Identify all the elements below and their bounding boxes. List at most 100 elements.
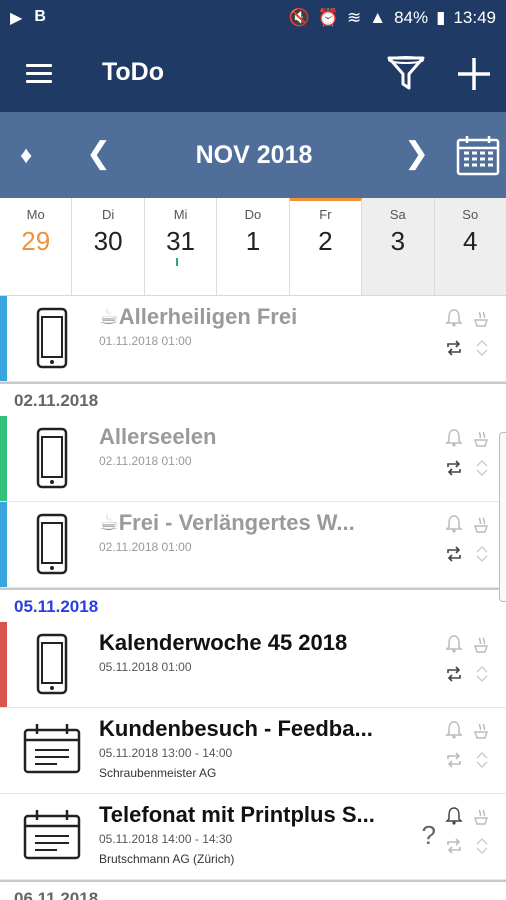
task-time: 05.11.2018 01:00 bbox=[99, 660, 192, 674]
task-title: Kalenderwoche 45 2018 bbox=[99, 630, 348, 655]
sort-icon[interactable] bbox=[472, 836, 492, 856]
diamond-icon[interactable]: ♦ bbox=[20, 142, 32, 170]
category-stripe bbox=[0, 416, 7, 501]
bell-icon[interactable] bbox=[444, 806, 464, 826]
bell-icon[interactable] bbox=[444, 308, 464, 328]
task-item[interactable]: ☕Frei - Verlängertes W... 02.11.2018 01:0… bbox=[0, 502, 506, 588]
category-stripe bbox=[0, 502, 7, 587]
play-store-icon: ▶ bbox=[10, 10, 23, 27]
alarm-icon: ⏰ bbox=[317, 8, 339, 27]
sort-icon[interactable] bbox=[472, 458, 492, 478]
day-cell-so[interactable]: So 4 bbox=[434, 198, 506, 295]
calendar-icon bbox=[22, 804, 82, 870]
day-name: Mi bbox=[173, 207, 188, 222]
mute-icon: 🔇 bbox=[288, 8, 310, 27]
scrollbar[interactable] bbox=[499, 432, 506, 602]
day-cell-sa[interactable]: Sa 3 bbox=[362, 198, 435, 295]
task-title: Allerseelen bbox=[99, 424, 217, 449]
date-header: 05.11.2018 bbox=[0, 588, 506, 622]
day-name: Mo bbox=[26, 207, 45, 222]
day-number: 2 bbox=[318, 226, 333, 256]
task-actions bbox=[442, 802, 498, 872]
plus-icon[interactable] bbox=[456, 56, 492, 92]
task-item[interactable]: Telefonat mit Printplus S... 05.11.2018 1… bbox=[0, 794, 506, 880]
date-header: 02.11.2018 bbox=[0, 382, 506, 416]
task-actions bbox=[442, 304, 498, 374]
task-actions bbox=[442, 424, 498, 494]
bell-icon[interactable] bbox=[444, 634, 464, 654]
cup-icon[interactable] bbox=[472, 428, 492, 448]
app-bar: ToDo bbox=[0, 36, 506, 112]
cup-icon[interactable] bbox=[472, 514, 492, 534]
month-label: NOV 2018 bbox=[195, 141, 313, 169]
task-item[interactable]: ☕Allerheiligen Frei 01.11.2018 01:00 bbox=[0, 296, 506, 382]
bell-icon[interactable] bbox=[444, 720, 464, 740]
task-time: 01.11.2018 01:00 bbox=[99, 334, 192, 348]
week-strip: Mo 29 Di 30 Mi 31 Do 1 Fr 2 Sa 3 So 4 bbox=[0, 198, 506, 296]
signal-icon: ▲ bbox=[369, 8, 387, 27]
day-cell-fr[interactable]: Fr 2 bbox=[289, 198, 363, 295]
task-actions bbox=[442, 716, 498, 786]
task-list[interactable]: ☕Allerheiligen Frei 01.11.2018 01:00 02.11… bbox=[0, 296, 506, 900]
task-time: 05.11.2018 14:00 - 14:30 bbox=[99, 832, 233, 846]
repeat-icon[interactable] bbox=[444, 458, 464, 478]
repeat-icon[interactable] bbox=[444, 836, 464, 856]
bell-icon[interactable] bbox=[444, 514, 464, 534]
task-item[interactable]: Kundenbesuch - Feedba... 05.11.2018 13:00… bbox=[0, 708, 506, 794]
clock: 13:49 bbox=[453, 8, 496, 27]
cup-icon[interactable] bbox=[472, 720, 492, 740]
sort-icon[interactable] bbox=[472, 750, 492, 770]
phone-icon bbox=[22, 632, 82, 698]
day-cell-do[interactable]: Do 1 bbox=[217, 198, 290, 295]
sort-icon[interactable] bbox=[472, 338, 492, 358]
month-bar: ♦ ❮ NOV 2018 ❯ bbox=[0, 112, 506, 198]
repeat-icon[interactable] bbox=[444, 750, 464, 770]
task-subtitle: Brutschmann AG (Zürich) bbox=[99, 852, 235, 866]
cup-icon[interactable] bbox=[472, 634, 492, 654]
bell-icon[interactable] bbox=[444, 428, 464, 448]
event-dot bbox=[175, 258, 178, 266]
repeat-icon[interactable] bbox=[444, 338, 464, 358]
cup-icon[interactable] bbox=[472, 308, 492, 328]
sort-icon[interactable] bbox=[472, 664, 492, 684]
prev-month-button[interactable]: ❮ bbox=[86, 136, 111, 171]
day-cell-mo[interactable]: Mo 29 bbox=[0, 198, 73, 295]
day-number: 3 bbox=[390, 226, 406, 256]
status-bar: ▶ B 🔇 ⏰ ≋ ▲ 84% ▮ 13:49 bbox=[0, 0, 506, 36]
wifi-icon: ≋ bbox=[346, 8, 362, 27]
question-icon[interactable]: ? bbox=[422, 820, 436, 851]
day-name: Fr bbox=[319, 207, 332, 222]
battery-icon: ▮ bbox=[436, 8, 446, 27]
task-time: 02.11.2018 01:00 bbox=[99, 454, 192, 468]
task-title: ☕Frei - Verlängertes W... bbox=[99, 510, 355, 535]
filter-icon[interactable] bbox=[386, 54, 426, 94]
battery-percent: 84% bbox=[394, 8, 429, 27]
task-item[interactable]: Allerseelen 02.11.2018 01:00 bbox=[0, 416, 506, 502]
day-number: 30 bbox=[93, 226, 123, 256]
day-name: Sa bbox=[389, 207, 406, 222]
day-name: Di bbox=[101, 207, 115, 222]
date-header: 06.11.2018 bbox=[0, 880, 506, 900]
day-cell-di[interactable]: Di 30 bbox=[72, 198, 145, 295]
status-right: 🔇 ⏰ ≋ ▲ 84% ▮ 13:49 bbox=[289, 8, 496, 28]
app-title: ToDo bbox=[102, 58, 165, 86]
day-name: Do bbox=[244, 207, 262, 222]
cup-icon[interactable] bbox=[472, 806, 492, 826]
repeat-icon[interactable] bbox=[444, 544, 464, 564]
day-number: 1 bbox=[245, 226, 261, 256]
task-actions bbox=[442, 510, 498, 580]
calendar-view-icon[interactable] bbox=[456, 134, 500, 176]
day-number: 31 bbox=[166, 226, 196, 256]
status-left-icons: ▶ B bbox=[10, 8, 46, 28]
repeat-icon[interactable] bbox=[444, 664, 464, 684]
day-name: So bbox=[462, 207, 479, 222]
task-actions bbox=[442, 630, 498, 700]
day-number: 4 bbox=[463, 226, 478, 256]
sort-icon[interactable] bbox=[472, 544, 492, 564]
task-title: ☕Allerheiligen Frei bbox=[99, 304, 298, 329]
day-cell-mi[interactable]: Mi 31 bbox=[144, 198, 218, 295]
next-month-button[interactable]: ❯ bbox=[404, 136, 429, 171]
task-item[interactable]: Kalenderwoche 45 2018 05.11.2018 01:00 bbox=[0, 622, 506, 708]
phone-icon bbox=[22, 512, 82, 578]
hamburger-icon[interactable] bbox=[26, 64, 52, 84]
